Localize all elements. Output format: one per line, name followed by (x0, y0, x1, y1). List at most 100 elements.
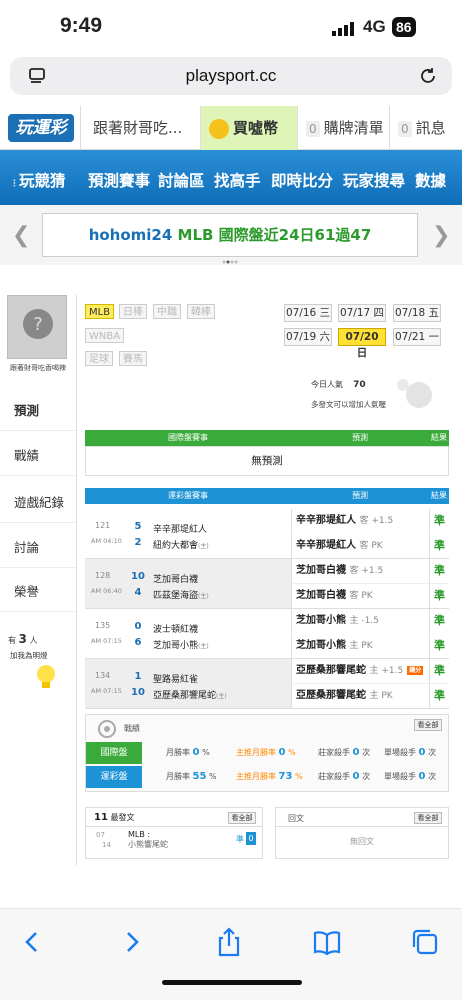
fans-line: 有 3 人 (8, 632, 37, 646)
sidebar-item-predict[interactable]: 預測 (0, 391, 76, 431)
sidebar-item-honor[interactable]: 榮譽 (0, 572, 76, 612)
league-tag-horse[interactable]: 賽馬 (119, 351, 147, 366)
reply-see-all-button[interactable]: 看全部 (414, 812, 442, 824)
home-score: 4 (134, 587, 142, 598)
message-button[interactable]: 0 訊息 (389, 106, 462, 150)
home-score: 2 (134, 537, 142, 548)
date-0718[interactable]: 07/18 五 (393, 304, 441, 322)
popularity-hint: 多發文可以增加人氣喔 (311, 400, 386, 409)
signal-icon (332, 22, 354, 36)
nav-item-guess[interactable]: ⋮玩競猜 (10, 150, 66, 205)
banner-text: MLB 國際盤近24日61過47 (172, 226, 372, 244)
divider (86, 826, 262, 827)
post-league: MLB : (128, 830, 151, 839)
record-see-all-button[interactable]: 看全部 (414, 719, 442, 731)
league-tag-jpn[interactable]: 日棒 (119, 304, 147, 319)
league-tag-mlb[interactable]: MLB (85, 304, 115, 319)
pick-team: 芝加哥白襪 (296, 590, 346, 601)
clock: 9:49 (60, 14, 103, 37)
pick-team: 辛辛那堤紅人 (296, 540, 356, 551)
post-date: 07 14 (96, 830, 111, 850)
tabs-icon[interactable] (408, 925, 442, 959)
nav-item-stats[interactable]: 數據 (415, 150, 446, 205)
cart-button[interactable]: 0 購牌清單 (297, 106, 389, 150)
lottery-col-result: 結果 (431, 491, 447, 500)
nav-item-experts[interactable]: 找高手 (214, 150, 261, 205)
pick-cell: 芝加哥小熊 主 -1.5 (291, 609, 429, 633)
date-0721[interactable]: 07/21 一 (393, 328, 441, 346)
reload-icon[interactable] (418, 66, 438, 86)
home-win-rate: 主推月勝率 0 % (236, 742, 296, 764)
pick-side: 主 -1.5 (349, 616, 379, 626)
fans-prefix: 有 (8, 636, 16, 645)
league-tag-kbo[interactable]: 韓棒 (187, 304, 215, 319)
game-number: 134 (95, 671, 111, 680)
single-killer-unit: 次 (428, 748, 437, 757)
date-0716[interactable]: 07/16 三 (284, 304, 332, 322)
address-bar[interactable]: playsport.cc (10, 57, 452, 95)
date-0717[interactable]: 07/17 四 (338, 304, 386, 322)
pick-result: 準 (429, 559, 449, 583)
avatar-placeholder-icon: ? (23, 309, 53, 339)
monthly-value: 55 (192, 771, 207, 782)
record-panel: 戰績 看全部 國際盤 月勝率 0 % 主推月勝率 0 % 莊家殺手 0 次單場殺手 0… (85, 714, 449, 792)
nav-item-live-score[interactable]: 即時比分 (271, 150, 333, 205)
bookmarks-icon[interactable] (310, 925, 344, 959)
profile-name: 跟著財哥吃香喝辣 (10, 364, 66, 372)
pick-team: 芝加哥小熊 (296, 615, 346, 626)
pick-cell: 芝加哥小熊 主 PK (291, 634, 429, 658)
site-logo[interactable]: 玩運彩 (8, 114, 74, 142)
pick-side: 主 +1.5 (369, 666, 404, 676)
home-team: 芝加哥小熊(主) (153, 638, 209, 651)
single-killer-label: 單場殺手 (384, 748, 416, 757)
game-row: 135 AM 07:15 0 波士頓紅襪 6 芝加哥小熊(主) 芝加哥小熊 主 -1.5 準芝… (85, 609, 449, 659)
chevron-right-icon[interactable]: ❯ (432, 223, 450, 248)
main-nav: ⋮玩競猜 預測賽事 討論區 找高手 即時比分 玩家搜尋 數據 (0, 150, 462, 205)
chevron-left-icon[interactable]: ❮ (12, 223, 30, 248)
away-score: 10 (131, 571, 145, 582)
back-icon[interactable] (16, 925, 50, 959)
pick-cell: 芝加哥白襪 客 +1.5 (291, 559, 429, 583)
away-team: 辛辛那堤紅人 (153, 525, 208, 535)
sidebar-item-discussion[interactable]: 討論 (0, 528, 76, 568)
sidebar-item-game-log[interactable]: 遊戲紀錄 (0, 483, 76, 523)
banner-message[interactable]: hohomi24 MLB 國際盤近24日61過47 (42, 213, 418, 257)
monthly-label: 月勝率 (166, 748, 190, 757)
buy-coin-button[interactable]: 買噓幣 (200, 106, 297, 150)
user-name: 跟著財哥吃... (93, 119, 183, 137)
house-killer-unit: 次 (362, 748, 371, 757)
nav-item-player-search[interactable]: 玩家搜尋 (343, 150, 405, 205)
top-nav: 玩運彩 跟著財哥吃... 買噓幣 0 購牌清單 0 訊息 (0, 106, 462, 150)
sidebar-item-record[interactable]: 戰績 (0, 436, 76, 476)
league-tag-cpbl[interactable]: 中職 (153, 304, 181, 319)
away-score: 1 (134, 671, 142, 682)
target-icon (98, 720, 116, 738)
pick-result: 準 (429, 634, 449, 658)
fans-unit: 人 (29, 636, 38, 645)
latest-title: 最發文 (110, 813, 135, 822)
battery-icon: 86 (392, 17, 416, 37)
international-col-game: 國際盤賽事 (168, 433, 208, 442)
url-text[interactable]: playsport.cc (10, 66, 452, 86)
league-tag-wnba[interactable]: WNBA (85, 328, 125, 343)
nav-item-forum[interactable]: 討論區 (158, 150, 205, 205)
divider (276, 826, 448, 827)
date-0719[interactable]: 07/19 六 (284, 328, 332, 346)
buy-coin-label: 買噓幣 (233, 119, 279, 137)
post-item[interactable]: MLB : 小熊響尾蛇 (128, 830, 168, 850)
pick-cell: 辛辛那堤紅人 客 PK (291, 534, 429, 558)
fans-box[interactable]: 有 3 人 加我為明燈 (4, 618, 66, 692)
league-tag-soccer[interactable]: 足球 (85, 351, 113, 366)
nav-item-predict[interactable]: 預測賽事 (88, 150, 150, 205)
avatar[interactable]: ? (7, 295, 67, 359)
date-0720[interactable]: 07/20 日 (338, 328, 386, 359)
post-count: 0 (246, 832, 256, 845)
share-icon[interactable] (212, 925, 246, 959)
reply-empty: 無回文 (350, 837, 374, 846)
forward-icon[interactable] (114, 925, 148, 959)
banner: ❮ hohomi24 MLB 國際盤近24日61過47 ❯ (0, 205, 462, 265)
user-link[interactable]: 跟著財哥吃... (80, 106, 200, 150)
latest-see-all-button[interactable]: 看全部 (228, 812, 256, 824)
game-row: 134 AM 07:15 1 聖路易紅雀 10 亞歷桑那響尾蛇(主) 亞歷桑那響尾蛇 主 +… (85, 659, 449, 709)
pick-side: 客 PK (349, 591, 373, 601)
